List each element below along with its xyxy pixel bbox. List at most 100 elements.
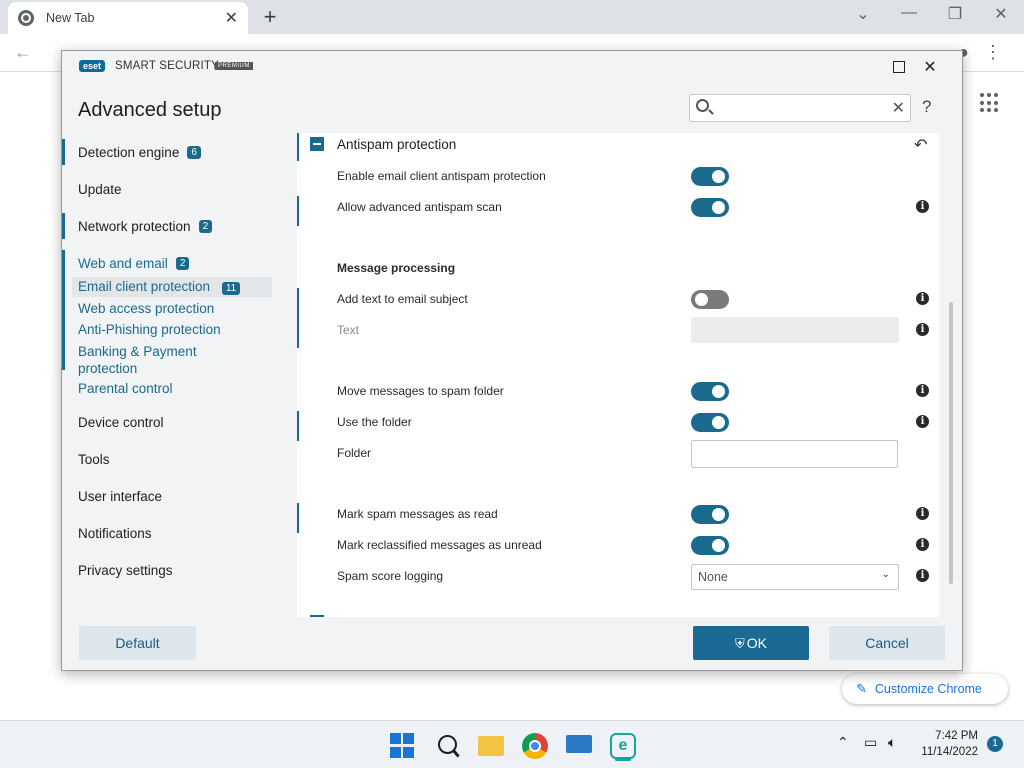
default-button[interactable]: Default: [79, 626, 196, 660]
remote-desktop-icon[interactable]: [566, 735, 592, 753]
sidebar-item-label: Device control: [78, 415, 164, 430]
use-folder-toggle[interactable]: [691, 413, 729, 432]
restore-window-button[interactable]: ❐: [940, 4, 970, 24]
settings-scrollbar[interactable]: [949, 302, 953, 584]
sidebar-item-web-and-email[interactable]: Web and email 2: [78, 256, 190, 271]
setting-label: Mark reclassified messages as unread: [337, 538, 542, 552]
tray-chevron-icon[interactable]: ⌃: [837, 734, 849, 751]
sidebar-item-tools[interactable]: Tools: [78, 452, 110, 467]
setting-label: Mark spam messages as read: [337, 507, 498, 521]
subsection-header: Message processing: [297, 257, 939, 281]
info-icon[interactable]: i: [916, 415, 929, 428]
cancel-button[interactable]: Cancel: [829, 626, 945, 660]
clear-search-icon[interactable]: ✕: [892, 98, 905, 118]
close-window-button[interactable]: ✕: [986, 4, 1016, 24]
windows-start-icon[interactable]: [390, 733, 416, 759]
sidebar-subitem-banking-payment-protection[interactable]: Banking & Payment protection: [78, 343, 218, 377]
active-app-indicator: [615, 758, 631, 761]
info-icon[interactable]: i: [916, 569, 929, 582]
section-header[interactable]: Antispam protection ↶: [297, 133, 939, 161]
mark-unread-toggle[interactable]: [691, 536, 729, 555]
sidebar-item-notifications[interactable]: Notifications: [78, 526, 152, 541]
setting-row: Use the folder i: [297, 411, 939, 441]
changed-marker: [297, 503, 299, 533]
tab-close-icon[interactable]: ✕: [225, 8, 238, 28]
chevron-down-icon: ⌄: [881, 569, 890, 580]
tab-title: New Tab: [46, 11, 95, 25]
search-taskbar-icon[interactable]: [436, 733, 462, 759]
revert-icon[interactable]: ↶: [914, 135, 927, 155]
customize-chrome-button[interactable]: ✎ Customize Chrome: [842, 674, 1008, 704]
maximize-dialog-button[interactable]: [893, 61, 905, 73]
back-arrow-icon[interactable]: ←: [14, 42, 32, 63]
browser-tab[interactable]: New Tab ✕: [8, 2, 248, 34]
sidebar-subitem-anti-phishing-protection[interactable]: Anti-Phishing protection: [78, 322, 221, 337]
google-apps-icon[interactable]: [980, 93, 1000, 113]
sidebar-item-label: Tools: [78, 452, 110, 467]
section-marker: [297, 133, 299, 161]
network-icon[interactable]: ▭: [864, 734, 877, 751]
shield-icon: ⛨: [735, 636, 745, 651]
page-title: Advanced setup: [78, 99, 222, 121]
sidebar-marker: [62, 213, 65, 239]
info-icon[interactable]: i: [916, 538, 929, 551]
sidebar-item-user-interface[interactable]: User interface: [78, 489, 162, 504]
clock[interactable]: 7:42 PM 11/14/2022: [916, 728, 978, 760]
sidebar-item-device-control[interactable]: Device control: [78, 415, 164, 430]
help-button[interactable]: ?: [922, 97, 931, 117]
notification-badge[interactable]: 1: [987, 736, 1003, 752]
info-icon[interactable]: i: [916, 384, 929, 397]
enable-antispam-toggle[interactable]: [691, 167, 729, 186]
dialog-titlebar[interactable]: eset SMART SECURITY PREMIUM ✕: [62, 51, 962, 83]
file-explorer-icon[interactable]: [478, 736, 504, 756]
sidebar-subitem-web-access-protection[interactable]: Web access protection: [78, 301, 214, 316]
count-badge: 6: [187, 146, 201, 159]
mark-read-toggle[interactable]: [691, 505, 729, 524]
sidebar-item-label: Detection engine: [78, 145, 180, 160]
customize-chrome-label: Customize Chrome: [874, 682, 982, 696]
info-icon[interactable]: i: [916, 323, 929, 336]
volume-icon[interactable]: 🔈︎: [888, 734, 896, 751]
sidebar-item-detection-engine[interactable]: Detection engine 6: [78, 145, 201, 160]
setting-label: Text: [337, 323, 360, 337]
move-spam-toggle[interactable]: [691, 382, 729, 401]
setting-row: Enable email client antispam protection: [297, 165, 939, 189]
sidebar-item-update[interactable]: Update: [78, 182, 122, 197]
close-dialog-button[interactable]: ✕: [918, 57, 942, 77]
setting-label: Use the folder: [337, 415, 412, 429]
ok-button[interactable]: ⛨ OK: [693, 626, 809, 660]
info-icon[interactable]: i: [916, 200, 929, 213]
minimize-window-button[interactable]: —: [894, 4, 924, 22]
sidebar-marker: [62, 250, 65, 370]
subsection-title: Message processing: [337, 261, 456, 275]
eset-taskbar-icon[interactable]: e: [610, 733, 636, 759]
info-icon[interactable]: i: [916, 292, 929, 305]
spam-logging-select[interactable]: None ⌄: [691, 564, 899, 590]
select-value: None: [698, 570, 728, 584]
changed-marker: [297, 411, 299, 441]
time: 7:42 PM: [935, 730, 978, 742]
sidebar-item-label: Notifications: [78, 526, 152, 541]
advanced-setup-dialog: eset SMART SECURITY PREMIUM ✕ Advanced s…: [61, 50, 963, 671]
add-text-subject-toggle[interactable]: [691, 290, 729, 309]
setting-row: Add text to email subject i: [297, 288, 939, 348]
sidebar-subitem-email-client-protection[interactable]: Email client protection 11: [72, 277, 272, 297]
chrome-favicon-icon: [18, 10, 34, 26]
setting-row: Folder: [297, 440, 939, 468]
next-section-collapse-icon[interactable]: [310, 615, 324, 617]
chrome-menu-icon[interactable]: ⋮: [984, 42, 1002, 63]
tab-search-chevron-icon[interactable]: ⌄: [848, 4, 878, 24]
sidebar-subitem-parental-control[interactable]: Parental control: [78, 381, 173, 396]
sidebar-item-privacy-settings[interactable]: Privacy settings: [78, 563, 173, 578]
sidebar-item-network-protection[interactable]: Network protection 2: [78, 219, 213, 234]
new-tab-button[interactable]: +: [258, 4, 282, 30]
section-title: Antispam protection: [337, 137, 457, 152]
search-input[interactable]: ✕: [689, 94, 911, 122]
chrome-taskbar-icon[interactable]: [522, 733, 548, 759]
advanced-scan-toggle[interactable]: [691, 198, 729, 217]
setting-row: Mark spam messages as read i: [297, 503, 939, 533]
info-icon[interactable]: i: [916, 507, 929, 520]
settings-pane: Antispam protection ↶ Enable email clien…: [297, 133, 939, 617]
folder-input[interactable]: [691, 440, 898, 468]
collapse-icon[interactable]: [310, 137, 324, 151]
